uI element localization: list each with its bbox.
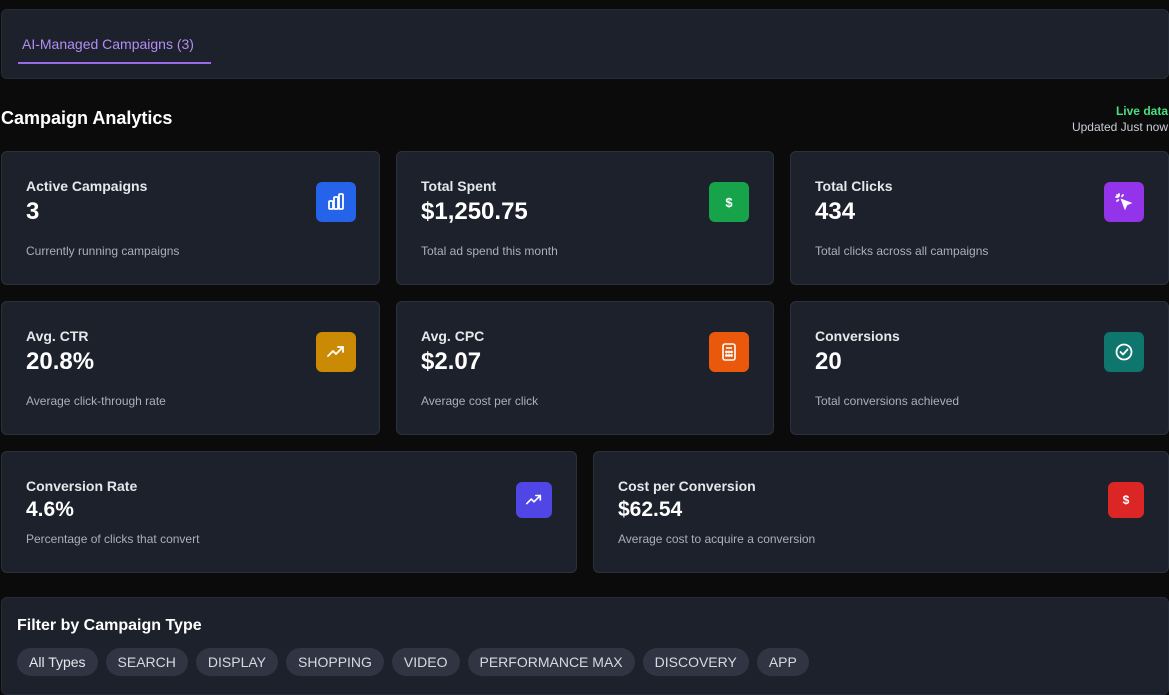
updated-timestamp: Updated Just now <box>1071 120 1168 134</box>
metric-card-conversions: Conversions 20 Total conversions achieve… <box>790 301 1169 435</box>
campaign-type-filter: Filter by Campaign Type All Types SEARCH… <box>1 597 1169 695</box>
metric-label: Conversions <box>815 328 900 344</box>
metric-desc: Percentage of clicks that convert <box>26 532 200 546</box>
chip-app[interactable]: APP <box>756 648 809 676</box>
metric-label: Total Clicks <box>815 178 893 194</box>
live-data-label: Live data <box>1115 104 1168 118</box>
metric-desc: Currently running campaigns <box>26 244 180 258</box>
metric-label: Conversion Rate <box>26 478 138 494</box>
calculator-icon <box>709 332 749 372</box>
metric-desc: Total conversions achieved <box>815 394 960 408</box>
metric-value: $62.54 <box>618 498 683 521</box>
chip-performance-max[interactable]: PERFORMANCE MAX <box>467 648 635 676</box>
cursor-click-icon <box>1104 182 1144 222</box>
metric-desc: Average cost per click <box>421 394 539 408</box>
metric-label: Cost per Conversion <box>618 478 756 494</box>
chip-display[interactable]: DISPLAY <box>195 648 279 676</box>
metric-label: Avg. CPC <box>421 328 485 344</box>
metric-desc: Average cost to acquire a conversion <box>618 532 816 546</box>
metric-value: 20 <box>815 348 842 375</box>
tabs-bar: AI-Managed Campaigns (3) <box>1 9 1169 79</box>
trending-up-icon <box>516 482 552 518</box>
metric-label: Active Campaigns <box>26 178 148 194</box>
tab-ai-managed-campaigns[interactable]: AI-Managed Campaigns (3) <box>18 34 211 64</box>
metric-value: $2.07 <box>421 348 482 375</box>
trending-up-icon <box>316 332 356 372</box>
live-status: Live data Updated Just now <box>1072 103 1168 135</box>
filter-chips: All Types SEARCH DISPLAY SHOPPING VIDEO … <box>17 648 809 676</box>
bar-chart-icon <box>316 182 356 222</box>
metric-card-total-clicks: Total Clicks 434 Total clicks across all… <box>790 151 1169 285</box>
metric-value: $1,250.75 <box>421 198 528 225</box>
metric-card-conversion-rate: Conversion Rate 4.6% Percentage of click… <box>1 451 577 573</box>
metric-card-total-spent: Total Spent $1,250.75 Total ad spend thi… <box>396 151 774 285</box>
filter-title: Filter by Campaign Type <box>17 617 202 634</box>
metric-desc: Average click-through rate <box>26 394 166 408</box>
metric-card-cost-per-conversion: Cost per Conversion $62.54 Average cost … <box>593 451 1169 573</box>
metric-desc: Total ad spend this month <box>421 244 558 258</box>
chip-search[interactable]: SEARCH <box>105 648 188 676</box>
metric-card-avg-cpc: Avg. CPC $2.07 Average cost per click <box>396 301 774 435</box>
chip-video[interactable]: VIDEO <box>391 648 460 676</box>
metric-label: Total Spent <box>421 178 497 194</box>
chip-shopping[interactable]: SHOPPING <box>286 648 384 676</box>
metric-value: 20.8% <box>26 348 95 375</box>
chip-discovery[interactable]: DISCOVERY <box>642 648 749 676</box>
page-title: Campaign Analytics <box>1 108 173 128</box>
metric-label: Avg. CTR <box>26 328 89 344</box>
dollar-icon: $ <box>709 182 749 222</box>
check-circle-icon <box>1104 332 1144 372</box>
dollar-icon: $ <box>1108 482 1144 518</box>
metric-card-avg-ctr: Avg. CTR 20.8% Average click-through rat… <box>1 301 380 435</box>
metric-value: 4.6% <box>26 498 74 521</box>
metric-value: 3 <box>26 198 40 225</box>
metric-value: 434 <box>815 198 856 225</box>
chip-all-types[interactable]: All Types <box>17 648 98 676</box>
metric-desc: Total clicks across all campaigns <box>815 244 989 258</box>
metric-card-active-campaigns: Active Campaigns 3 Currently running cam… <box>1 151 380 285</box>
